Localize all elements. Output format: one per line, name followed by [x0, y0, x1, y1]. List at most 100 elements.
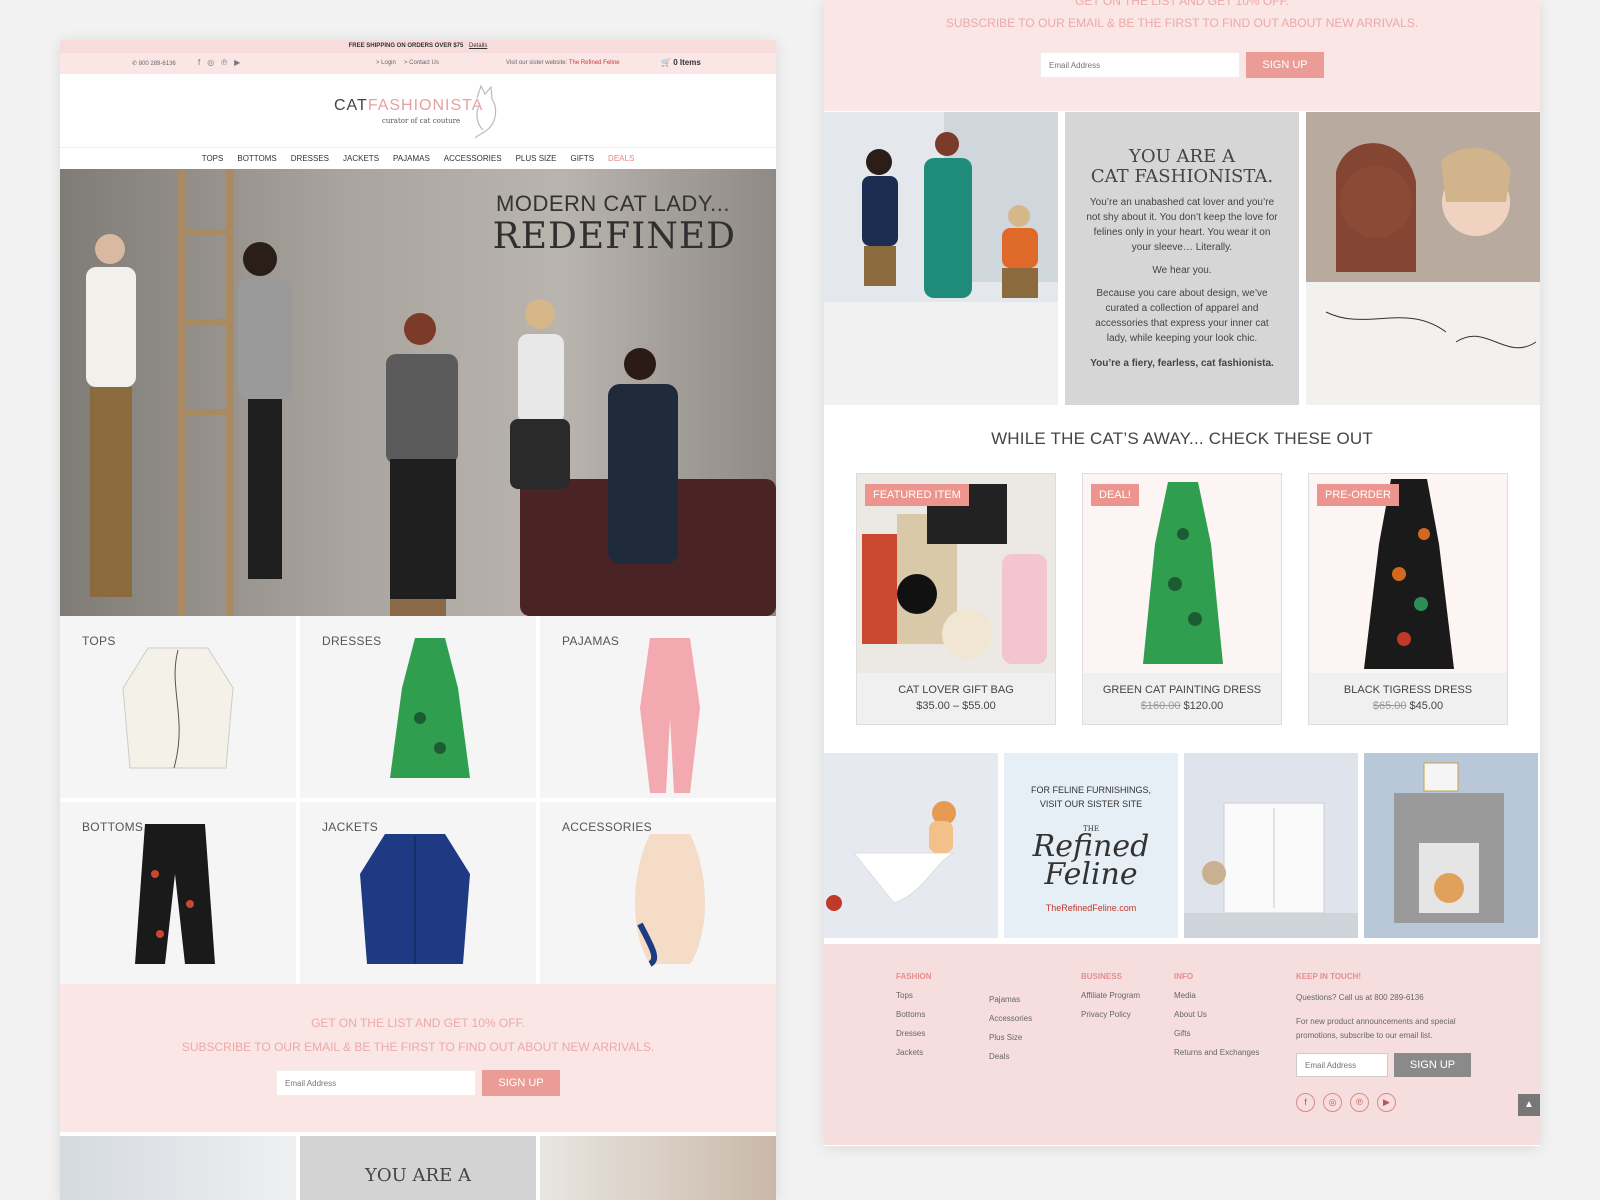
login-link[interactable]: > Login: [376, 60, 396, 66]
about-paragraph-1: You’re an unabashed cat lover and you’re…: [1086, 197, 1278, 253]
litter-cabinet-image: [1184, 802, 1358, 938]
product-price: $160.00 $120.00: [1083, 700, 1281, 712]
product-image: DEAL!: [1083, 474, 1281, 673]
footer-link[interactable]: Returns and Exchanges: [1174, 1048, 1259, 1057]
category-grid: TOPS DRESSES PAJAMAS BOTTOMS JACKETS ACC…: [60, 616, 776, 984]
site-logo[interactable]: CATFASHIONISTA curator of cat couture: [60, 74, 776, 148]
group-photo-image: [824, 112, 1058, 405]
about-title-line1: YOU ARE A: [1129, 146, 1235, 167]
white-blouse-image: [122, 647, 234, 769]
category-accessories[interactable]: ACCESSORIES: [540, 802, 776, 984]
category-dresses[interactable]: DRESSES: [300, 616, 536, 798]
footer-phone: Questions? Call us at 800 289-6136: [1296, 993, 1424, 1002]
signup-form: SIGN UP: [824, 52, 1540, 78]
logo-tagline: curator of cat couture: [382, 117, 461, 125]
about-teaser: YOU ARE A: [300, 1136, 536, 1200]
signup-offer: GET ON THE LIST AND GET 10% OFF.: [1075, 0, 1289, 8]
nav-gifts[interactable]: GIFTS: [570, 148, 594, 169]
footer-link[interactable]: Tops: [896, 991, 932, 1000]
facebook-icon[interactable]: f: [1296, 1093, 1315, 1112]
nav-pajamas[interactable]: PAJAMAS: [393, 148, 430, 169]
category-jackets[interactable]: JACKETS: [300, 802, 536, 984]
utility-bar: ✆ 800 289-6136 f ◎ ℗ ▶ > Login > Contact…: [60, 53, 776, 74]
litter-cabinet-photo[interactable]: [1184, 753, 1358, 938]
cat-shelf-photo[interactable]: [824, 753, 998, 938]
facebook-icon[interactable]: f: [198, 58, 200, 67]
header-social-links: f ◎ ℗ ▶: [198, 58, 240, 67]
email-input[interactable]: [276, 1070, 476, 1096]
phone-text: 800 289-6136: [138, 61, 176, 67]
footer-link[interactable]: About Us: [1174, 1010, 1259, 1019]
footer-link[interactable]: Jackets: [896, 1048, 932, 1057]
sister-site-link[interactable]: The Refined Feline: [569, 60, 620, 66]
product-price: $65.00 $45.00: [1309, 700, 1507, 712]
footer-social-links: f ◎ ℗ ▶: [1296, 1093, 1471, 1112]
signup-description: SUBSCRIBE TO OUR EMAIL & BE THE FIRST TO…: [181, 1040, 655, 1054]
cart-icon: 🛒: [661, 58, 671, 67]
about-row: YOU ARE A CAT FASHIONISTA. You’re an unab…: [824, 112, 1540, 405]
contact-link[interactable]: > Contact Us: [404, 60, 439, 66]
product-name: BLACK TIGRESS DRESS: [1343, 684, 1473, 696]
product-card[interactable]: PRE-ORDER BLACK TIGRESS DRESS $65.00 $45.…: [1308, 473, 1508, 725]
footer-link[interactable]: Gifts: [1174, 1029, 1259, 1038]
nav-dresses[interactable]: DRESSES: [291, 148, 329, 169]
category-bottoms[interactable]: BOTTOMS: [60, 802, 296, 984]
youtube-icon[interactable]: ▶: [234, 58, 240, 67]
footer-link[interactable]: Pajamas: [989, 995, 1032, 1004]
footer-heading: KEEP IN TOUCH!: [1296, 972, 1362, 981]
about-paragraph-3: Because you care about design, we’ve cur…: [1095, 288, 1269, 344]
product-old-price: $160.00: [1140, 700, 1181, 712]
product-badge: FEATURED ITEM: [865, 484, 969, 506]
sister-site-promo[interactable]: FOR FELINE FURNISHINGS, VISIT OUR SISTER …: [1004, 753, 1178, 938]
footer-link[interactable]: Media: [1174, 991, 1259, 1000]
footer-link[interactable]: Deals: [989, 1052, 1032, 1061]
cart-button[interactable]: 🛒 0 Items: [661, 58, 701, 67]
instagram-icon[interactable]: ◎: [1323, 1093, 1342, 1112]
footer-sign-up-button[interactable]: SIGN UP: [1394, 1053, 1471, 1077]
footer-link[interactable]: Privacy Policy: [1081, 1010, 1140, 1019]
footer-email-input[interactable]: [1296, 1053, 1388, 1077]
sign-up-button[interactable]: SIGN UP: [1246, 52, 1324, 78]
pinterest-icon[interactable]: ℗: [1350, 1093, 1369, 1112]
cat-scratcher-photo[interactable]: [1364, 753, 1538, 938]
instagram-icon[interactable]: ◎: [207, 58, 214, 67]
pinterest-icon[interactable]: ℗: [221, 58, 227, 67]
nav-jackets[interactable]: JACKETS: [343, 148, 379, 169]
footer-link[interactable]: Bottoms: [896, 1010, 932, 1019]
youtube-icon[interactable]: ▶: [1377, 1093, 1396, 1112]
hero-subtitle: MODERN CAT LADY...: [496, 191, 730, 216]
footer-link[interactable]: Dresses: [896, 1029, 932, 1038]
category-pajamas[interactable]: PAJAMAS: [540, 616, 776, 798]
group-photo: [60, 1136, 296, 1200]
footer-heading: INFO: [1174, 972, 1194, 981]
footer-link[interactable]: Plus Size: [989, 1033, 1032, 1042]
featured-heading: WHILE THE CAT’S AWAY... CHECK THESE OUT: [991, 429, 1373, 448]
product-name: GREEN CAT PAINTING DRESS: [1102, 684, 1262, 696]
scroll-to-top-button[interactable]: ▲: [1518, 1094, 1540, 1116]
product-card[interactable]: DEAL! GREEN CAT PAINTING DRESS $160.00 $1…: [1082, 473, 1282, 725]
about-teaser-title: YOU ARE A: [365, 1165, 471, 1186]
product-card[interactable]: FEATURED ITEM CAT LOVER GIFT BAG $35.00 …: [856, 473, 1056, 725]
about-block: YOU ARE A CAT FASHIONISTA. You’re an unab…: [1065, 112, 1299, 405]
product-current-price: $45.00: [1409, 700, 1444, 712]
featured-products: FEATURED ITEM CAT LOVER GIFT BAG $35.00 …: [856, 473, 1540, 725]
nav-accessories[interactable]: ACCESSORIES: [444, 148, 502, 169]
email-input[interactable]: [1040, 52, 1240, 78]
hero-banner[interactable]: MODERN CAT LADY... REDEFINED: [60, 169, 776, 616]
product-current-price: $35.00 – $55.00: [916, 700, 996, 712]
footer-link[interactable]: Affiliate Program: [1081, 991, 1140, 1000]
category-tops[interactable]: TOPS: [60, 616, 296, 798]
shipping-details-link[interactable]: Details: [469, 43, 487, 49]
homepage-bottom-panel: GET ON THE LIST AND GET 10% OFF. SUBSCRI…: [824, 0, 1540, 1146]
product-price: $35.00 – $55.00: [857, 700, 1055, 712]
nav-tops[interactable]: TOPS: [202, 148, 224, 169]
sister-site-url[interactable]: TheRefinedFeline.com: [1004, 903, 1178, 913]
sister-line-1: FOR FELINE FURNISHINGS,: [1030, 785, 1151, 795]
nav-plus-size[interactable]: PLUS SIZE: [516, 148, 557, 169]
footer-heading: FASHION: [896, 972, 932, 981]
nav-deals[interactable]: DEALS: [608, 148, 634, 169]
black-pants-image: [135, 824, 215, 964]
sign-up-button[interactable]: SIGN UP: [482, 1070, 560, 1096]
nav-bottoms[interactable]: BOTTOMS: [237, 148, 276, 169]
footer-link[interactable]: Accessories: [989, 1014, 1032, 1023]
